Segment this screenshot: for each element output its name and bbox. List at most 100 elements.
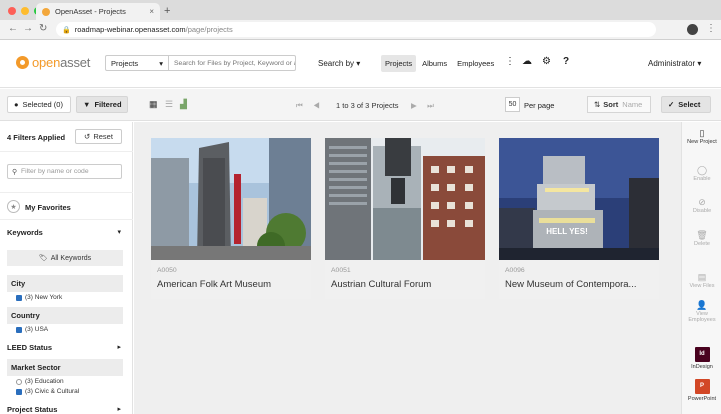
market-option-education[interactable]: (3) Education	[16, 378, 64, 385]
browser-tab[interactable]: OpenAsset - Projects ×	[36, 3, 160, 20]
powerpoint-icon: P	[694, 379, 710, 394]
my-favorites-row[interactable]: ★ My Favorites	[0, 192, 133, 220]
per-page-input[interactable]: 50	[505, 97, 520, 112]
trash-icon: 🗑	[696, 230, 708, 240]
all-keywords-label: All Keywords	[50, 254, 92, 262]
market-sector-section[interactable]: Market Sector	[7, 359, 123, 376]
grid-view-icon[interactable]: ▦	[149, 99, 158, 110]
list-view-icon[interactable]: ☰	[165, 99, 173, 110]
url-path: /page/projects	[185, 25, 233, 34]
new-tab-button[interactable]: +	[164, 5, 170, 17]
indesign-icon: Id	[694, 347, 710, 362]
card-caption: A0051 Austrian Cultural Forum	[325, 260, 485, 299]
all-keywords-button[interactable]: 🏷 All Keywords	[7, 250, 123, 266]
project-status-label: Project Status	[7, 405, 58, 414]
reset-label: Reset	[93, 132, 113, 141]
country-option-usa[interactable]: (3) USA	[16, 326, 48, 333]
block-icon: ⊘	[698, 197, 706, 207]
employees-icon: 👤	[696, 300, 708, 310]
leed-status-section[interactable]: LEED Status ▸	[7, 343, 123, 352]
search-icon: ⚲	[12, 168, 17, 176]
reset-icon: ↺	[84, 132, 91, 141]
search-scope-select[interactable]: Projects ▾	[106, 56, 169, 70]
filtered-button[interactable]: ▼ Filtered	[76, 96, 128, 113]
market-option-civic[interactable]: (3) Civic & Cultural	[16, 388, 79, 395]
tab-employees[interactable]: Employees	[453, 55, 498, 72]
project-card[interactable]: A0051 Austrian Cultural Forum	[325, 138, 485, 299]
tab-title: OpenAsset - Projects	[55, 7, 126, 16]
checkbox-checked-icon	[16, 294, 22, 301]
browser-menu-icon[interactable]: ⋮	[706, 23, 716, 34]
pager-next-last[interactable]: ▶ ⏭	[411, 101, 434, 111]
url-domain: roadmap-webinar.openasset.com	[74, 25, 186, 34]
powerpoint-button[interactable]: P PowerPoint	[682, 379, 721, 403]
minimize-window-button[interactable]	[21, 7, 29, 15]
view-employees-label: View Employees	[688, 310, 716, 324]
project-status-section[interactable]: Project Status ▸	[7, 405, 123, 414]
filter-by-name-input[interactable]: ⚲ Filter by name or code	[7, 164, 122, 179]
chevron-down-icon: ▾	[159, 59, 163, 68]
more-menu-icon[interactable]: ⋮	[505, 56, 515, 67]
filter-placeholder: Filter by name or code	[20, 168, 89, 175]
upload-cloud-icon[interactable]: ☁	[522, 56, 532, 67]
settings-gear-icon[interactable]: ⚙	[542, 56, 551, 67]
delete-button[interactable]: 🗑 Delete	[682, 230, 721, 247]
check-icon: ✓	[668, 100, 675, 109]
close-tab-icon[interactable]: ×	[149, 7, 154, 16]
project-card[interactable]: HELL YES! A0096 New Museum of Contempora…	[499, 138, 659, 299]
reload-icon[interactable]: ↻	[39, 23, 47, 34]
address-bar-row: ← → ↻ 🔒 roadmap-webinar.openasset.com /p…	[0, 20, 721, 40]
star-icon: ★	[7, 200, 20, 213]
market-sector-label: Market Sector	[11, 363, 61, 372]
selected-button[interactable]: ● Selected (0)	[7, 96, 71, 113]
project-card[interactable]: A0050 American Folk Art Museum	[151, 138, 311, 299]
new-project-label: New Project	[687, 138, 717, 145]
select-button[interactable]: ✓ Select	[661, 96, 711, 113]
search-by-dropdown[interactable]: Search by ▾	[318, 59, 360, 68]
enable-button[interactable]: ◯ Enable	[682, 166, 721, 182]
city-section[interactable]: City	[7, 275, 123, 292]
project-thumbnail	[151, 138, 311, 260]
back-arrow-icon[interactable]: ←	[8, 23, 18, 34]
admin-menu[interactable]: Administrator ▾	[648, 59, 701, 68]
city-option-new-york[interactable]: (3) New York	[16, 294, 62, 301]
filtered-label: Filtered	[94, 100, 122, 109]
card-caption: A0050 American Folk Art Museum	[151, 260, 311, 299]
tab-albums[interactable]: Albums	[418, 55, 451, 72]
country-section[interactable]: Country	[7, 307, 123, 324]
profile-avatar[interactable]	[687, 24, 698, 35]
view-employees-button[interactable]: 👤 View Employees	[682, 300, 721, 324]
sort-value: Name	[622, 100, 643, 109]
disable-button[interactable]: ⊘ Disable	[682, 197, 721, 214]
url-field[interactable]: 🔒 roadmap-webinar.openasset.com /page/pr…	[56, 22, 656, 37]
main-nav: Projects Albums Employees	[381, 55, 500, 72]
sort-dropdown[interactable]: ⇅ Sort Name	[587, 96, 651, 113]
selected-label: Selected (0)	[22, 100, 63, 109]
map-view-icon[interactable]: ▟	[180, 99, 187, 110]
new-project-button[interactable]: ▯ New Project	[682, 129, 721, 145]
indesign-button[interactable]: Id InDesign	[682, 347, 721, 371]
close-window-button[interactable]	[8, 7, 16, 15]
search-input[interactable]	[169, 56, 295, 70]
keywords-section[interactable]: Keywords ▾	[7, 228, 123, 237]
project-code: A0051	[331, 267, 351, 274]
caret-down-icon: ▾	[117, 229, 121, 236]
project-code: A0096	[505, 267, 525, 274]
pager-first-prev[interactable]: ⏮ ◀	[296, 101, 320, 111]
filter-sidebar: 4 Filters Applied ↺ Reset ⚲ Filter by na…	[0, 122, 133, 414]
delete-label: Delete	[694, 240, 710, 247]
project-thumbnail: HELL YES!	[499, 138, 659, 260]
forward-arrow-icon[interactable]: →	[23, 23, 33, 34]
dot-icon: ●	[14, 100, 19, 109]
tab-projects[interactable]: Projects	[381, 55, 417, 72]
enable-label: Enable	[693, 175, 711, 182]
view-files-button[interactable]: ▤ View Files	[682, 273, 721, 289]
project-code: A0050	[157, 267, 177, 274]
reset-button[interactable]: ↺ Reset	[75, 129, 122, 144]
openasset-logo[interactable]: openasset	[16, 55, 90, 70]
country-option-label: (3) USA	[25, 326, 49, 333]
card-caption: A0096 New Museum of Contempora...	[499, 260, 659, 299]
disable-label: Disable	[692, 207, 712, 214]
checkbox-checked-icon	[16, 326, 22, 333]
help-icon[interactable]: ?	[563, 56, 569, 67]
